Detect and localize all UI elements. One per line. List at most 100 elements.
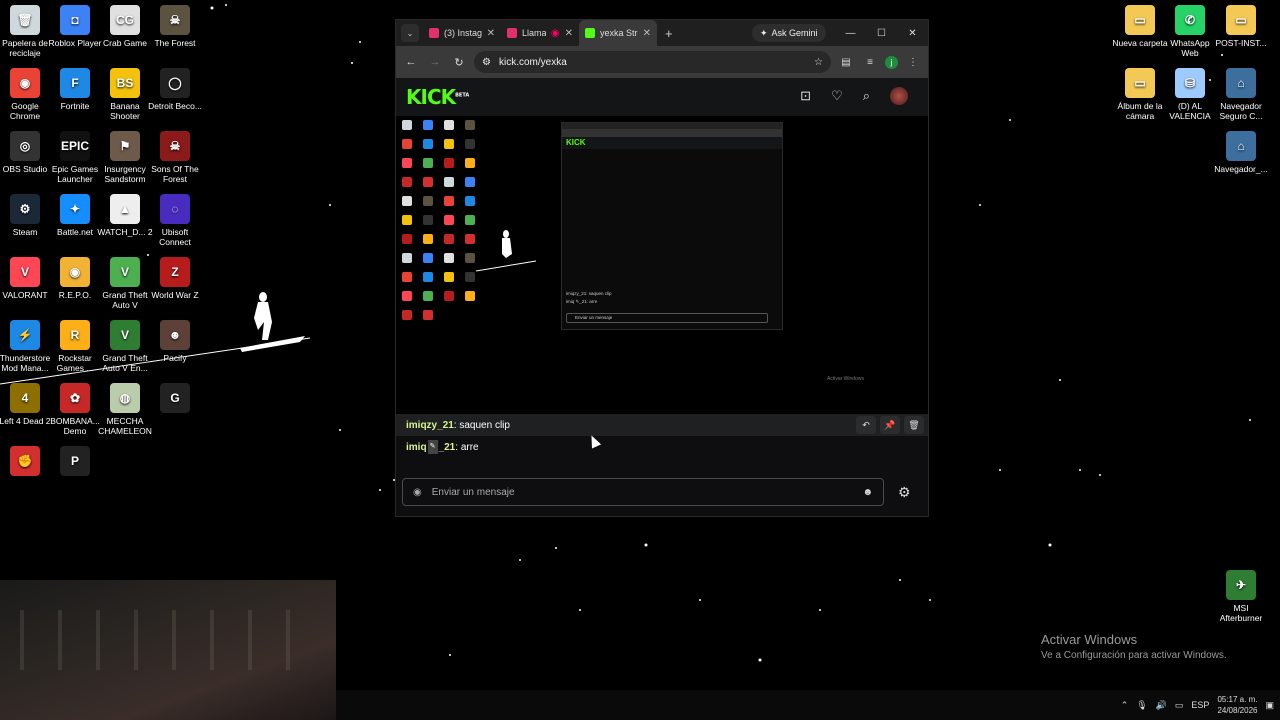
stream-mini-icon	[465, 196, 475, 206]
desktop-shortcut[interactable]: ⌂ Navegador_...	[1212, 131, 1270, 174]
stream-mini-icon	[465, 234, 475, 244]
network-drive-icon: ⛁	[1175, 68, 1205, 98]
language-indicator[interactable]: ESP	[1191, 700, 1209, 710]
chat-panel: imiqzy_21: saquen clip ↶ 📌 🗑 imiq ✎ _21: a…	[396, 414, 928, 458]
stream-mini-icon	[444, 272, 454, 282]
gift-icon[interactable]: ⊡	[800, 88, 811, 104]
desktop-shortcut[interactable]: Z World War Z	[146, 257, 204, 300]
desktop-shortcut[interactable]: G	[146, 383, 204, 416]
profile-avatar[interactable]: j	[885, 55, 898, 69]
close-window-icon[interactable]: ✕	[897, 20, 928, 46]
volume-icon[interactable]: 🔊	[1156, 700, 1167, 711]
close-tab-icon[interactable]: ✕	[643, 28, 651, 39]
stream-video[interactable]: KICK imiqzy_21: saquen clip imiq ✎_21: a…	[396, 116, 928, 414]
desktop-shortcut[interactable]: ☠ Sons Of The Forest	[146, 131, 204, 184]
chat-input[interactable]: ◉ Enviar un mensaje ☻	[402, 478, 884, 506]
new-tab-button[interactable]: +	[665, 26, 673, 41]
message-actions: ↶ 📌 🗑	[856, 416, 924, 434]
menu-kebab-icon[interactable]: ⋮	[904, 57, 922, 68]
reading-mode-icon[interactable]: ▤	[837, 57, 855, 68]
maximize-icon[interactable]: ☐	[866, 20, 897, 46]
desktop-shortcut-label: Sons Of The Forest	[151, 164, 199, 184]
msi-afterburner-icon: ✈	[1226, 570, 1256, 600]
gta-v-enhanced-icon: V	[110, 320, 140, 350]
stream-skater	[476, 230, 536, 272]
network-icon[interactable]: ▭	[1175, 700, 1184, 711]
ask-gemini-button[interactable]: ✦ Ask Gemini	[752, 24, 826, 42]
site-info-icon[interactable]: ⚙	[482, 57, 491, 68]
clock[interactable]: 05:17 a. m. 24/08/2026	[1217, 694, 1257, 716]
chrome-icon: ◉	[10, 68, 40, 98]
chat-username[interactable]: imiq	[406, 442, 427, 453]
desktop-shortcut[interactable]: ✆ WhatsApp Web	[1161, 5, 1219, 58]
chat-username-suffix[interactable]: _21	[439, 442, 456, 453]
url-text: kick.com/yexka	[498, 56, 567, 68]
chat-identity-icon[interactable]: ◉	[413, 487, 422, 498]
microphone-icon[interactable]: 🎙	[1136, 700, 1147, 711]
notifications-icon[interactable]: ▣	[1265, 700, 1274, 711]
stream-mini-icon	[402, 215, 412, 225]
rockstar-icon: R	[60, 320, 90, 350]
stream-mini-icon	[423, 215, 433, 225]
tab-instagram[interactable]: (3) Instagram ✕	[423, 22, 501, 44]
desktop-shortcut[interactable]: ⌂ Navegador Seguro C...	[1212, 68, 1270, 121]
desktop-shortcut[interactable]: ✈ MSI Afterburner	[1212, 570, 1270, 623]
activation-title: Activar Windows	[1041, 632, 1138, 647]
activation-subtitle: Ve a Configuración para activar Windows.	[1041, 650, 1227, 661]
chat-message[interactable]: imiq ✎ _21: arre	[396, 436, 928, 458]
gemini-icon: ✦	[760, 27, 768, 38]
undo-icon[interactable]: ↶	[856, 416, 876, 434]
stream-mini-icon	[444, 120, 454, 130]
stream-mini-icon	[402, 177, 412, 187]
desktop-shortcut[interactable]: ⛁ (D) AL VALENCIA	[1161, 68, 1219, 121]
world-war-z-icon: Z	[160, 257, 190, 287]
back-icon[interactable]: ←	[402, 56, 420, 68]
obs-icon: ◎	[10, 131, 40, 161]
url-field[interactable]: ⚙ kick.com/yexka ☆	[474, 51, 831, 73]
close-tab-icon[interactable]: ✕	[487, 28, 495, 39]
media-controls-icon[interactable]: ≡	[861, 57, 879, 68]
tab-search-icon[interactable]: ⌄	[401, 24, 419, 42]
stream-mini-icon	[444, 291, 454, 301]
user-avatar[interactable]	[890, 87, 908, 105]
stream-mini-icon	[465, 272, 475, 282]
chat-message[interactable]: imiqzy_21: saquen clip ↶ 📌 🗑	[396, 414, 928, 436]
stream-mini-icon	[402, 158, 412, 168]
chat-input-placeholder: Enviar un mensaje	[431, 486, 515, 498]
delete-icon[interactable]: 🗑	[904, 416, 924, 434]
bookmark-star-icon[interactable]: ☆	[814, 57, 823, 68]
desktop-shortcut[interactable]: P	[46, 446, 104, 479]
stream-mini-icon	[444, 215, 454, 225]
chat-settings-icon[interactable]: ⚙	[898, 484, 911, 501]
chevron-up-icon[interactable]: ⌃	[1121, 700, 1129, 711]
desktop-shortcut[interactable]: ☠ The Forest	[146, 5, 204, 48]
emoji-icon[interactable]: ☻	[862, 487, 873, 498]
stream-mini-icon	[423, 177, 433, 187]
gemini-label: Ask Gemini	[771, 28, 818, 38]
search-icon[interactable]: ⌕	[863, 88, 870, 104]
tab-title: (3) Instagram	[444, 28, 482, 38]
desktop-shortcut[interactable]: ◌ Ubisoft Connect	[146, 194, 204, 247]
left4dead2-icon: 4	[10, 383, 40, 413]
webcam-bars	[20, 610, 320, 670]
close-tab-icon[interactable]: ✕	[565, 28, 573, 39]
tab-llamada[interactable]: Llamad ◉ ✕	[501, 22, 579, 44]
forward-icon[interactable]: →	[426, 56, 444, 68]
mini-kick-logo: KICK	[562, 137, 782, 149]
mini-address-bar	[562, 129, 782, 137]
desktop-shortcut[interactable]: ▭ POST-INST...	[1212, 5, 1270, 48]
stream-browser-recursion: KICK imiqzy_21: saquen clip imiq ✎_21: a…	[561, 122, 783, 330]
folder-icon: ▭	[1226, 5, 1256, 35]
minimize-icon[interactable]: —	[835, 20, 866, 46]
crab-game-icon: CG	[110, 5, 140, 35]
chat-username[interactable]: imiqzy_21	[406, 420, 454, 431]
tab-yexka-stream[interactable]: yexka Stream ✕	[579, 20, 657, 46]
pin-icon[interactable]: 📌	[880, 416, 900, 434]
recording-icon: ◉	[550, 27, 560, 39]
heart-icon[interactable]: ♡	[831, 88, 843, 104]
desktop-shortcut[interactable]: ☻ Pacify	[146, 320, 204, 363]
reload-icon[interactable]: ↻	[450, 56, 468, 69]
desktop-shortcut-label: WhatsApp Web	[1170, 38, 1210, 58]
kick-logo[interactable]: KICKBETA	[406, 85, 469, 109]
desktop-shortcut[interactable]: ◯ Detroit Beco...	[146, 68, 204, 111]
